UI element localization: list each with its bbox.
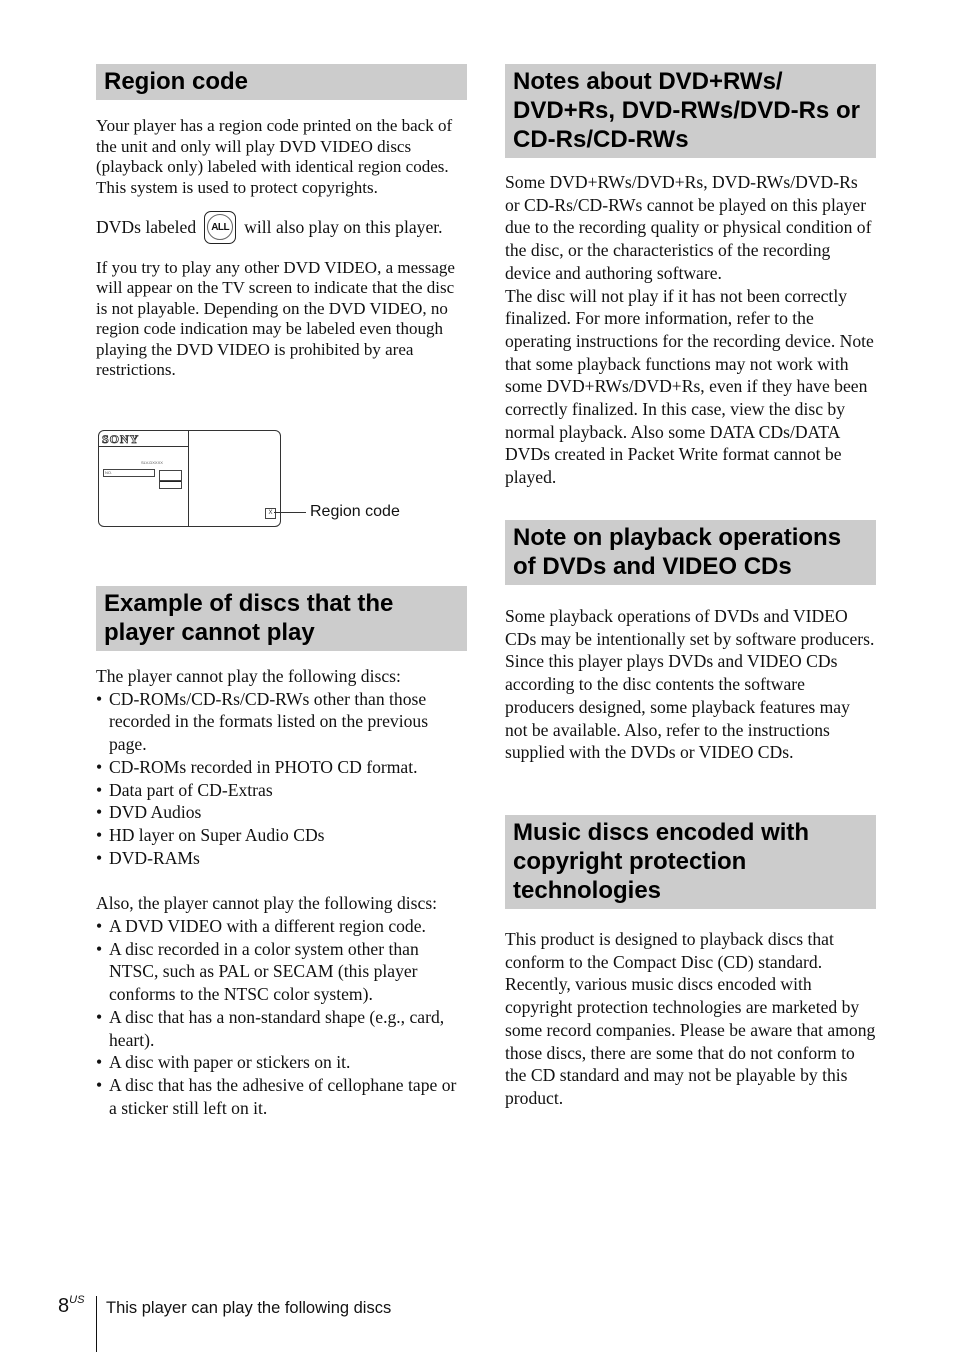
list-item: A disc with paper or stickers on it. bbox=[96, 1051, 467, 1074]
cannot-play-intro-2: Also, the player cannot play the followi… bbox=[96, 893, 438, 914]
list-item: CD-ROMs/CD-Rs/CD-RWs other than those re… bbox=[96, 688, 467, 756]
region-code-paragraph: Your player has a region code printed on… bbox=[96, 116, 453, 198]
section-region-code: Region code Your player has a region cod… bbox=[96, 64, 467, 381]
all-line-prefix: DVDs labeled bbox=[96, 216, 197, 237]
cannot-play-list: CD-ROMs/CD-Rs/CD-RWs other than those re… bbox=[96, 688, 467, 870]
serial-number-field: NO. bbox=[103, 469, 155, 477]
list-item: CD-ROMs recorded in PHOTO CD format. bbox=[96, 756, 467, 779]
list-item: HD layer on Super Audio CDs bbox=[96, 824, 467, 847]
callout-line bbox=[274, 512, 306, 513]
section-heading: Example of discs that the player cannot … bbox=[96, 586, 467, 651]
page-number: 8US bbox=[58, 1294, 84, 1318]
dvd-rw-paragraph-1: Some DVD+RWs/DVD+Rs, DVD-RWs/DVD-Rs or C… bbox=[505, 172, 872, 283]
section-heading: Region code bbox=[96, 64, 467, 100]
music-discs-paragraph: This product is designed to playback dis… bbox=[505, 929, 876, 1108]
rear-label-box: SONY SLV-DXXXX NO. X bbox=[98, 430, 281, 527]
cannot-play-list-2: A DVD VIDEO with a different region code… bbox=[96, 915, 467, 1119]
page-number-value: 8 bbox=[58, 1295, 70, 1317]
label-box-small bbox=[159, 480, 182, 489]
list-item: DVD Audios bbox=[96, 801, 467, 824]
section-dvd-rw-notes: Notes about DVD+RWs/ DVD+Rs, DVD-RWs/DVD… bbox=[505, 64, 876, 489]
list-item: A disc that has a non-standard shape (e.… bbox=[96, 1006, 467, 1051]
list-item: A DVD VIDEO with a different region code… bbox=[96, 915, 467, 938]
dvd-rw-paragraph-2: The disc will not play if it has not bee… bbox=[505, 285, 874, 488]
section-cannot-play: Example of discs that the player cannot … bbox=[96, 586, 467, 1119]
cannot-play-intro: The player cannot play the following dis… bbox=[96, 666, 401, 686]
list-item: A disc recorded in a color system other … bbox=[96, 938, 467, 1006]
all-region-line: DVDs labeled ALL will also play on this … bbox=[96, 210, 467, 244]
list-item: Data part of CD-Extras bbox=[96, 779, 467, 802]
model-number: SLV-DXXXX bbox=[141, 460, 163, 465]
section-playback-operations: Note on playback operations of DVDs and … bbox=[505, 520, 876, 764]
all-line-suffix: will also play on this player. bbox=[244, 216, 443, 237]
list-item: DVD-RAMs bbox=[96, 847, 467, 870]
footer-divider bbox=[96, 1296, 97, 1352]
label-divider bbox=[188, 431, 189, 526]
section-heading: Music discs encoded with copyright prote… bbox=[505, 815, 876, 909]
section-heading: Note on playback operations of DVDs and … bbox=[505, 520, 876, 585]
brand-logo: SONY bbox=[102, 432, 140, 447]
all-region-icon: ALL bbox=[204, 210, 237, 244]
region-code-callout: Region code bbox=[310, 503, 400, 520]
page-number-suffix: US bbox=[69, 1294, 85, 1306]
footer-section-title: This player can play the following discs bbox=[106, 1299, 392, 1317]
rear-label-diagram: SONY SLV-DXXXX NO. X Region code bbox=[96, 430, 426, 530]
list-item: A disc that has the adhesive of cellopha… bbox=[96, 1074, 467, 1119]
playback-ops-paragraph: Some playback operations of DVDs and VID… bbox=[505, 606, 875, 763]
section-heading: Notes about DVD+RWs/ DVD+Rs, DVD-RWs/DVD… bbox=[505, 64, 876, 158]
region-code-mark: X bbox=[265, 508, 276, 519]
section-music-discs: Music discs encoded with copyright prote… bbox=[505, 815, 876, 1110]
all-region-icon-text: ALL bbox=[207, 214, 234, 241]
region-warning-paragraph: If you try to play any other DVD VIDEO, … bbox=[96, 257, 455, 380]
